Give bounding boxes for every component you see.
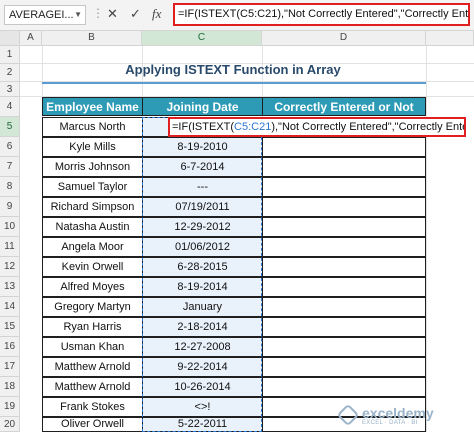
row-header[interactable]: 15: [0, 317, 20, 337]
column-header-c[interactable]: C: [142, 31, 262, 46]
formula-input[interactable]: =IF(ISTEXT(C5:C21),"Not Correctly Entere…: [173, 3, 470, 26]
result-cell[interactable]: [262, 357, 426, 377]
joining-date-cell[interactable]: 01/06/2012: [142, 237, 263, 257]
formula-prefix: =IF(ISTEXT(: [172, 121, 235, 133]
watermark-name: exceldemy: [362, 405, 434, 421]
employee-name-cell[interactable]: Kevin Orwell: [42, 257, 143, 277]
result-cell[interactable]: [262, 297, 426, 317]
insert-function-icon[interactable]: fx: [152, 6, 161, 22]
employee-name-cell[interactable]: Samuel Taylor: [42, 177, 143, 197]
employee-name-cell[interactable]: Marcus North: [42, 117, 143, 137]
joining-date-cell[interactable]: 9-22-2014: [142, 357, 263, 377]
result-cell[interactable]: [262, 217, 426, 237]
result-cell[interactable]: [262, 317, 426, 337]
row-header[interactable]: 3: [0, 82, 20, 97]
row-header[interactable]: 7: [0, 157, 20, 177]
employee-name-cell[interactable]: Morris Johnson: [42, 157, 143, 177]
row-header[interactable]: 16: [0, 337, 20, 357]
result-cell[interactable]: [262, 277, 426, 297]
chevron-down-icon[interactable]: ▼: [74, 6, 82, 24]
employee-name-cell[interactable]: Richard Simpson: [42, 197, 143, 217]
result-cell[interactable]: [262, 197, 426, 217]
name-box-value: AVERAGEI...: [9, 9, 74, 21]
row-header[interactable]: 9: [0, 197, 20, 217]
confirm-icon[interactable]: ✓: [130, 6, 141, 22]
joining-date-cell[interactable]: 6-7-2014: [142, 157, 263, 177]
watermark-tagline: EXCEL · DATA · BI: [362, 420, 418, 426]
joining-date-cell[interactable]: 12-29-2012: [142, 217, 263, 237]
formula-bar: AVERAGEI... ▼ ⋮ ✕ ✓ fx =IF(ISTEXT(C5:C21…: [0, 0, 474, 31]
employee-name-cell[interactable]: Matthew Arnold: [42, 357, 143, 377]
joining-date-cell[interactable]: <>!: [142, 397, 263, 417]
header-employee-name[interactable]: Employee Name: [42, 97, 143, 116]
grid-line: [426, 46, 427, 432]
joining-date-cell[interactable]: 2-18-2014: [142, 317, 263, 337]
row-header[interactable]: 10: [0, 217, 20, 237]
result-cell[interactable]: [262, 337, 426, 357]
joining-date-cell[interactable]: 12-27-2008: [142, 337, 263, 357]
row-header[interactable]: 1: [0, 46, 20, 64]
formula-range-ref: C5:C21: [234, 121, 272, 133]
column-header-b[interactable]: B: [42, 31, 142, 46]
joining-date-cell[interactable]: 8-19-2014: [142, 277, 263, 297]
formula-suffix: ),"Not Correctly Entered","Correctly Ent…: [271, 121, 464, 133]
joining-date-cell[interactable]: ---: [142, 177, 263, 197]
row-header[interactable]: 14: [0, 297, 20, 317]
drag-handle-icon[interactable]: ⋮: [92, 6, 104, 20]
result-cell[interactable]: [262, 257, 426, 277]
joining-date-cell[interactable]: 5-22-2011: [142, 417, 263, 432]
row-header[interactable]: 13: [0, 277, 20, 297]
column-header-a[interactable]: A: [20, 31, 42, 46]
column-header-e[interactable]: [426, 31, 474, 46]
employee-name-cell[interactable]: Gregory Martyn: [42, 297, 143, 317]
employee-name-cell[interactable]: Alfred Moyes: [42, 277, 143, 297]
cancel-icon[interactable]: ✕: [107, 6, 118, 22]
row-header[interactable]: 4: [0, 97, 20, 117]
employee-name-cell[interactable]: Kyle Mills: [42, 137, 143, 157]
row-header[interactable]: 8: [0, 177, 20, 197]
joining-date-cell[interactable]: 8-19-2010: [142, 137, 263, 157]
result-cell[interactable]: [262, 377, 426, 397]
employee-name-cell[interactable]: Natasha Austin: [42, 217, 143, 237]
row-header[interactable]: 20: [0, 417, 20, 432]
joining-date-cell[interactable]: 07/19/2011: [142, 197, 263, 217]
column-header-d[interactable]: D: [262, 31, 426, 46]
row-header[interactable]: 12: [0, 257, 20, 277]
joining-date-cell[interactable]: January: [142, 297, 263, 317]
row-header[interactable]: 6: [0, 137, 20, 157]
employee-name-cell[interactable]: Usman Khan: [42, 337, 143, 357]
employee-name-cell[interactable]: Oliver Orwell: [42, 417, 143, 432]
joining-date-cell[interactable]: 6-28-2015: [142, 257, 263, 277]
row-header[interactable]: 2: [0, 64, 20, 82]
title-underline: [42, 82, 426, 84]
result-cell[interactable]: [262, 177, 426, 197]
employee-name-cell[interactable]: Matthew Arnold: [42, 377, 143, 397]
row-header[interactable]: 11: [0, 237, 20, 257]
row-header[interactable]: 19: [0, 397, 20, 417]
sheet-title: Applying ISTEXT Function in Array: [125, 62, 341, 77]
employee-name-cell[interactable]: Frank Stokes: [42, 397, 143, 417]
watermark: exceldemy EXCEL · DATA · BI: [336, 403, 470, 429]
result-cell[interactable]: [262, 237, 426, 257]
header-correctly-entered[interactable]: Correctly Entered or Not: [262, 97, 426, 116]
employee-name-cell[interactable]: Ryan Harris: [42, 317, 143, 337]
result-cell[interactable]: [262, 137, 426, 157]
joining-date-cell[interactable]: 10-26-2014: [142, 377, 263, 397]
header-joining-date[interactable]: Joining Date: [142, 97, 263, 116]
name-box[interactable]: AVERAGEI... ▼: [4, 5, 86, 25]
employee-name-cell[interactable]: Angela Moor: [42, 237, 143, 257]
in-cell-formula-editor[interactable]: =IF(ISTEXT(C5:C21),"Not Correctly Entere…: [168, 117, 466, 137]
result-cell[interactable]: [262, 157, 426, 177]
row-header[interactable]: 5: [0, 117, 20, 137]
row-header[interactable]: 17: [0, 357, 20, 377]
exceldemy-logo-icon: [336, 403, 360, 427]
select-all-corner[interactable]: [0, 31, 20, 46]
row-header[interactable]: 18: [0, 377, 20, 397]
